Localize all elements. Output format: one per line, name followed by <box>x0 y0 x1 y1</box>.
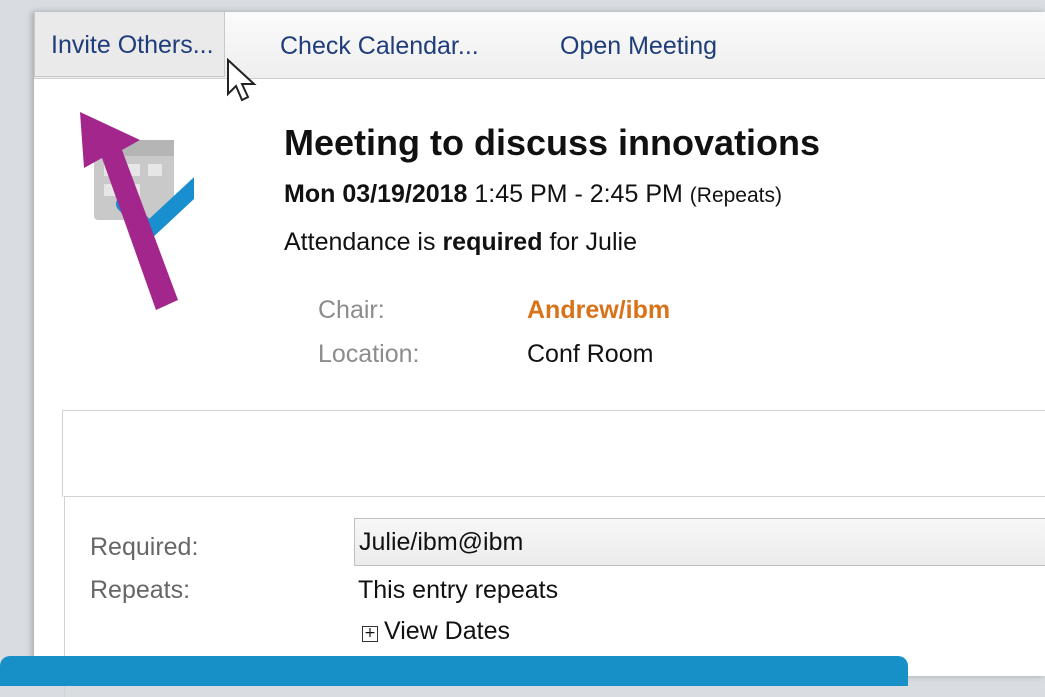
attendance-status: required <box>442 228 543 256</box>
expand-plus-icon[interactable]: + <box>362 626 378 642</box>
action-toolbar: Invite Others... Check Calendar... Open … <box>34 12 1045 79</box>
attendance-suffix: for Julie <box>549 228 637 256</box>
view-dates-label: View Dates <box>384 617 510 645</box>
repeats-value: This entry repeats <box>358 576 559 604</box>
mouse-pointer-icon <box>227 58 257 102</box>
meeting-title: Meeting to discuss innovations <box>284 122 821 163</box>
repeats-note: (Repeats) <box>689 184 782 207</box>
open-meeting-button[interactable]: Open Meeting <box>560 30 717 62</box>
meeting-date: Mon 03/19/2018 <box>284 180 468 208</box>
annotation-arrow-icon <box>80 112 178 310</box>
caption-banner <box>0 656 908 686</box>
required-attendees-field[interactable]: Julie/ibm@ibm <box>354 518 1045 566</box>
meeting-time: 1:45 PM - 2:45 PM <box>474 180 683 208</box>
invite-others-button[interactable]: Invite Others... <box>34 12 225 77</box>
location-label: Location: <box>318 340 420 368</box>
attendance-line: Attendance is required for Julie <box>284 228 637 257</box>
check-calendar-button[interactable]: Check Calendar... <box>280 30 479 62</box>
meeting-datetime: Mon 03/19/2018 1:45 PM - 2:45 PM (Repeat… <box>284 180 782 209</box>
view-dates-link[interactable]: + View Dates <box>362 617 510 646</box>
location-value: Conf Room <box>527 340 654 368</box>
repeats-label: Repeats: <box>90 576 191 604</box>
attendance-prefix: Attendance is <box>284 228 436 256</box>
chair-link[interactable]: Andrew/ibm <box>527 296 670 325</box>
description-section <box>62 410 1045 497</box>
required-label: Required: <box>90 533 199 561</box>
chair-label: Chair: <box>318 296 385 324</box>
